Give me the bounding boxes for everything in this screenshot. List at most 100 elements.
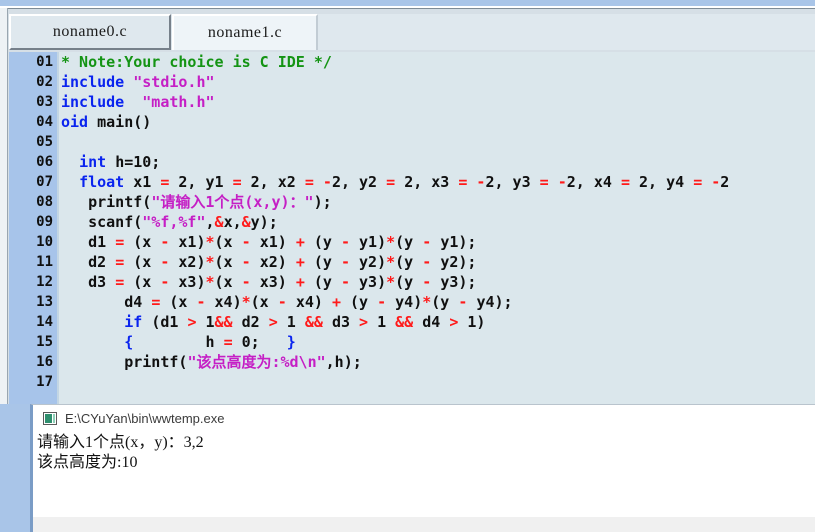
- code-line: 04 oid main(): [9, 112, 815, 132]
- code-line: 01 * Note:Your choice is C IDE */: [9, 52, 815, 72]
- code-token: =: [223, 333, 242, 351]
- code-token: 0;: [241, 333, 287, 351]
- code-token: -: [160, 273, 179, 291]
- code-token: (x: [133, 233, 161, 251]
- code-token: scanf(: [61, 213, 143, 231]
- code-token: +: [295, 253, 314, 271]
- console-title-bar: E:\CYuYan\bin\wwtemp.exe: [33, 405, 815, 431]
- code-token: =: [115, 273, 134, 291]
- console-app-icon: [43, 411, 57, 425]
- code-line: 06 int h=10;: [9, 152, 815, 172]
- code-line-text: oid main(): [61, 112, 151, 132]
- code-line: 14 if (d1 > 1&& d2 > 1 && d3 > 1 && d4 >…: [9, 312, 815, 332]
- code-token: d3: [331, 313, 360, 331]
- code-token: -: [377, 293, 396, 311]
- code-token: d4: [422, 313, 450, 331]
- code-line-text: printf("该点高度为:%d\n",h);: [61, 352, 362, 372]
- code-token: }: [286, 333, 296, 351]
- code-token: "stdio.h": [133, 73, 215, 91]
- line-number: 02: [36, 74, 53, 90]
- code-line: 13 d4 = (x - x4)*(x - x4) + (y - y4)*(y …: [9, 292, 815, 312]
- code-token: *: [422, 293, 432, 311]
- code-token: x4): [295, 293, 332, 311]
- line-number: 04: [36, 114, 53, 130]
- code-token: ,h);: [325, 353, 362, 371]
- line-number: 09: [36, 214, 53, 230]
- code-token: 2, y3: [485, 173, 540, 191]
- line-number: 16: [36, 354, 53, 370]
- code-editor[interactable]: 01 * Note:Your choice is C IDE */ 02 includ…: [9, 52, 815, 404]
- code-token: d2: [61, 253, 116, 271]
- code-token: -: [160, 253, 179, 271]
- code-line-text: * Note:Your choice is C IDE */: [61, 52, 332, 72]
- tab-noname0-c[interactable]: noname0.c: [9, 14, 171, 50]
- code-token: (y: [395, 273, 423, 291]
- line-number: 10: [36, 234, 53, 250]
- code-token: d1: [61, 233, 116, 251]
- line-number: 05: [36, 134, 53, 150]
- code-token: {: [124, 333, 134, 351]
- ide-window: noname0.c noname1.c 01 * Note:Your choice…: [0, 0, 815, 532]
- ide-left-rail: [0, 8, 8, 404]
- line-number: 01: [36, 54, 53, 70]
- code-line-text: d1 = (x - x1)*(x - x1) + (y - y1)*(y - y…: [61, 232, 476, 252]
- line-number: 03: [36, 94, 53, 110]
- code-line: 17: [9, 372, 815, 392]
- console-output-area: 请输入1个点(x，y)：3,2 该点高度为:10: [33, 431, 815, 532]
- code-token: 2, y2: [331, 173, 387, 191]
- code-token: "请输入1个点(x,y)：": [151, 193, 314, 211]
- code-line: 10 d1 = (x - x1)*(x - x1) + (y - y1)*(y …: [9, 232, 815, 252]
- code-token: = -: [304, 173, 332, 191]
- code-token: d3: [61, 273, 116, 291]
- code-token: (y: [395, 233, 423, 251]
- code-token: -: [458, 293, 477, 311]
- code-token: );: [313, 193, 332, 211]
- code-line: 03 include "math.h": [9, 92, 815, 112]
- code-token: 2, x3: [404, 173, 459, 191]
- code-token: (x: [214, 253, 242, 271]
- code-token: y2): [359, 253, 387, 271]
- code-token: x4): [214, 293, 242, 311]
- code-token: oid: [61, 113, 98, 131]
- code-token: (x: [214, 273, 242, 291]
- code-token: -: [241, 273, 260, 291]
- code-token: -: [160, 233, 179, 251]
- code-token: "math.h": [142, 93, 215, 111]
- code-token: 2, y4: [639, 173, 694, 191]
- code-token: 2: [720, 173, 730, 191]
- code-token: >: [268, 313, 287, 331]
- code-token: (x: [133, 273, 161, 291]
- code-line: 11 d2 = (x - x2)*(x - x2) + (y - y2)*(y …: [9, 252, 815, 272]
- code-token: *: [241, 293, 251, 311]
- code-token: y1): [359, 233, 387, 251]
- console-window[interactable]: E:\CYuYan\bin\wwtemp.exe 请输入1个点(x，y)：3,2…: [30, 404, 815, 532]
- code-line-text: { h = 0; }: [61, 332, 296, 352]
- code-token: >: [449, 313, 468, 331]
- code-token: (x: [169, 293, 197, 311]
- code-token: -: [340, 253, 360, 271]
- code-token: x,: [223, 213, 242, 231]
- code-token: (y: [350, 293, 378, 311]
- code-token: int: [79, 153, 116, 171]
- code-line: 02 include "stdio.h": [9, 72, 815, 92]
- console-output-line: 该点高度为:10: [37, 454, 138, 471]
- code-token: ,: [205, 213, 215, 231]
- code-token: = -: [458, 173, 486, 191]
- line-number: 15: [36, 334, 53, 350]
- code-token: =: [160, 173, 179, 191]
- code-line-text: d2 = (x - x2)*(x - x2) + (y - y2)*(y - y…: [61, 252, 476, 272]
- code-token: -: [241, 233, 260, 251]
- code-token: d4: [61, 293, 152, 311]
- code-token: =: [151, 293, 170, 311]
- code-token: *: [386, 233, 396, 251]
- code-token: (y: [431, 293, 459, 311]
- line-number: 13: [36, 294, 53, 310]
- code-token: h=10;: [115, 153, 161, 171]
- tab-noname1-c[interactable]: noname1.c: [172, 14, 318, 50]
- code-token: +: [331, 293, 350, 311]
- code-token: (y: [313, 233, 341, 251]
- tab-label: noname1.c: [207, 24, 283, 41]
- code-token: -: [340, 273, 360, 291]
